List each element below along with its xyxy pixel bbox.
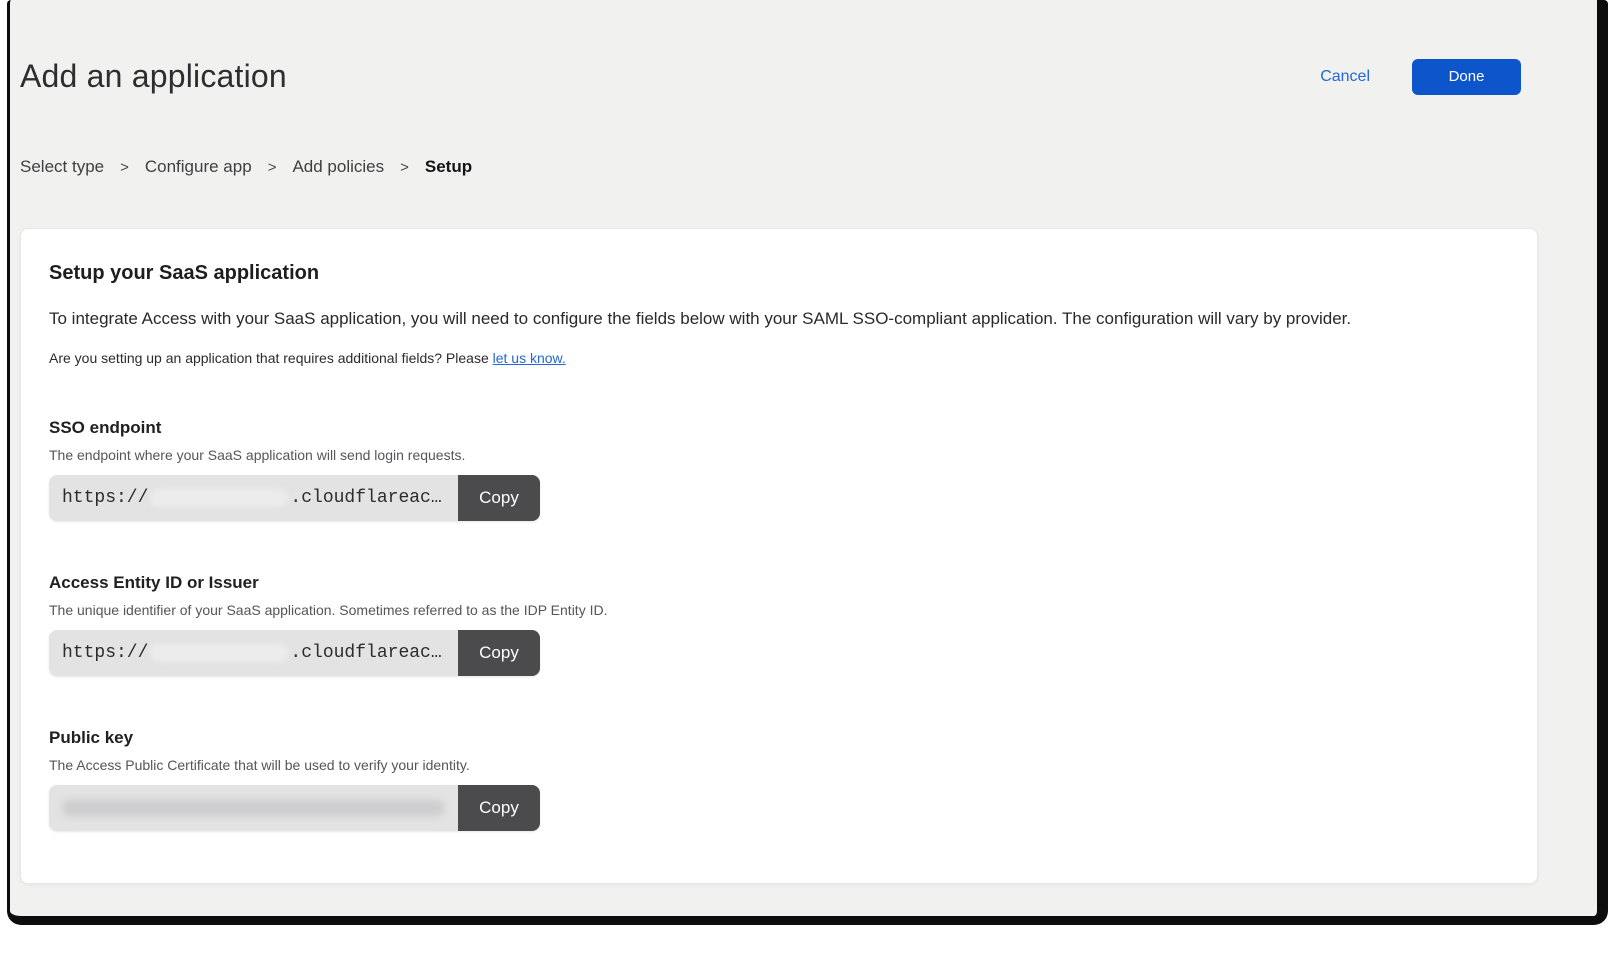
breadcrumb-separator: >	[400, 159, 409, 176]
breadcrumb-step-select-type[interactable]: Select type	[20, 157, 104, 177]
page-header: Add an application Cancel Done	[20, 58, 1538, 95]
additional-fields-note: Are you setting up an application that r…	[49, 350, 1509, 366]
public-key-description: The Access Public Certificate that will …	[49, 757, 1509, 773]
sso-endpoint-description: The endpoint where your SaaS application…	[49, 447, 1509, 463]
url-suffix: .cloudflareac…	[290, 488, 441, 508]
redacted-text-blur	[62, 800, 444, 816]
breadcrumb-separator: >	[268, 159, 277, 176]
sso-endpoint-copy-button[interactable]: Copy	[458, 475, 540, 521]
card-title: Setup your SaaS application	[49, 262, 1509, 285]
access-entity-id-value-row: https:// .cloudflareac… Copy	[49, 630, 540, 676]
public-key-copy-button[interactable]: Copy	[458, 785, 540, 831]
page-title: Add an application	[20, 58, 287, 95]
card-intro-text: To integrate Access with your SaaS appli…	[49, 309, 1509, 329]
breadcrumb-separator: >	[120, 159, 129, 176]
header-actions: Cancel Done	[1320, 59, 1521, 95]
public-key-title: Public key	[49, 728, 1509, 748]
setup-card: Setup your SaaS application To integrate…	[20, 228, 1538, 884]
sso-endpoint-value-row: https:// .cloudflareac… Copy	[49, 475, 540, 521]
public-key-section: Public key The Access Public Certificate…	[49, 728, 1509, 831]
public-key-value-row: Copy	[49, 785, 540, 831]
access-entity-id-copy-button[interactable]: Copy	[458, 630, 540, 676]
access-entity-id-value: https:// .cloudflareac…	[49, 630, 458, 676]
breadcrumb: Select type > Configure app > Add polici…	[20, 157, 1538, 177]
breadcrumb-step-setup: Setup	[425, 157, 472, 177]
breadcrumb-step-add-policies[interactable]: Add policies	[292, 157, 384, 177]
redacted-text-blur	[150, 644, 288, 662]
cancel-button[interactable]: Cancel	[1320, 68, 1370, 86]
add-application-page: Add an application Cancel Done Select ty…	[10, 58, 1597, 974]
note-text: Are you setting up an application that r…	[49, 350, 493, 366]
sso-endpoint-value: https:// .cloudflareac…	[49, 475, 458, 521]
done-button[interactable]: Done	[1412, 59, 1521, 95]
access-entity-id-description: The unique identifier of your SaaS appli…	[49, 602, 1509, 618]
app-window: Add an application Cancel Done Select ty…	[7, 0, 1608, 925]
breadcrumb-step-configure-app[interactable]: Configure app	[145, 157, 252, 177]
access-entity-id-title: Access Entity ID or Issuer	[49, 573, 1509, 593]
url-suffix: .cloudflareac…	[290, 643, 441, 663]
sso-endpoint-section: SSO endpoint The endpoint where your Saa…	[49, 418, 1509, 521]
url-prefix: https://	[62, 488, 148, 508]
let-us-know-link[interactable]: let us know.	[493, 350, 566, 366]
url-prefix: https://	[62, 643, 148, 663]
sso-endpoint-title: SSO endpoint	[49, 418, 1509, 438]
access-entity-id-section: Access Entity ID or Issuer The unique id…	[49, 573, 1509, 676]
redacted-text-blur	[150, 489, 288, 507]
public-key-value	[49, 785, 458, 831]
